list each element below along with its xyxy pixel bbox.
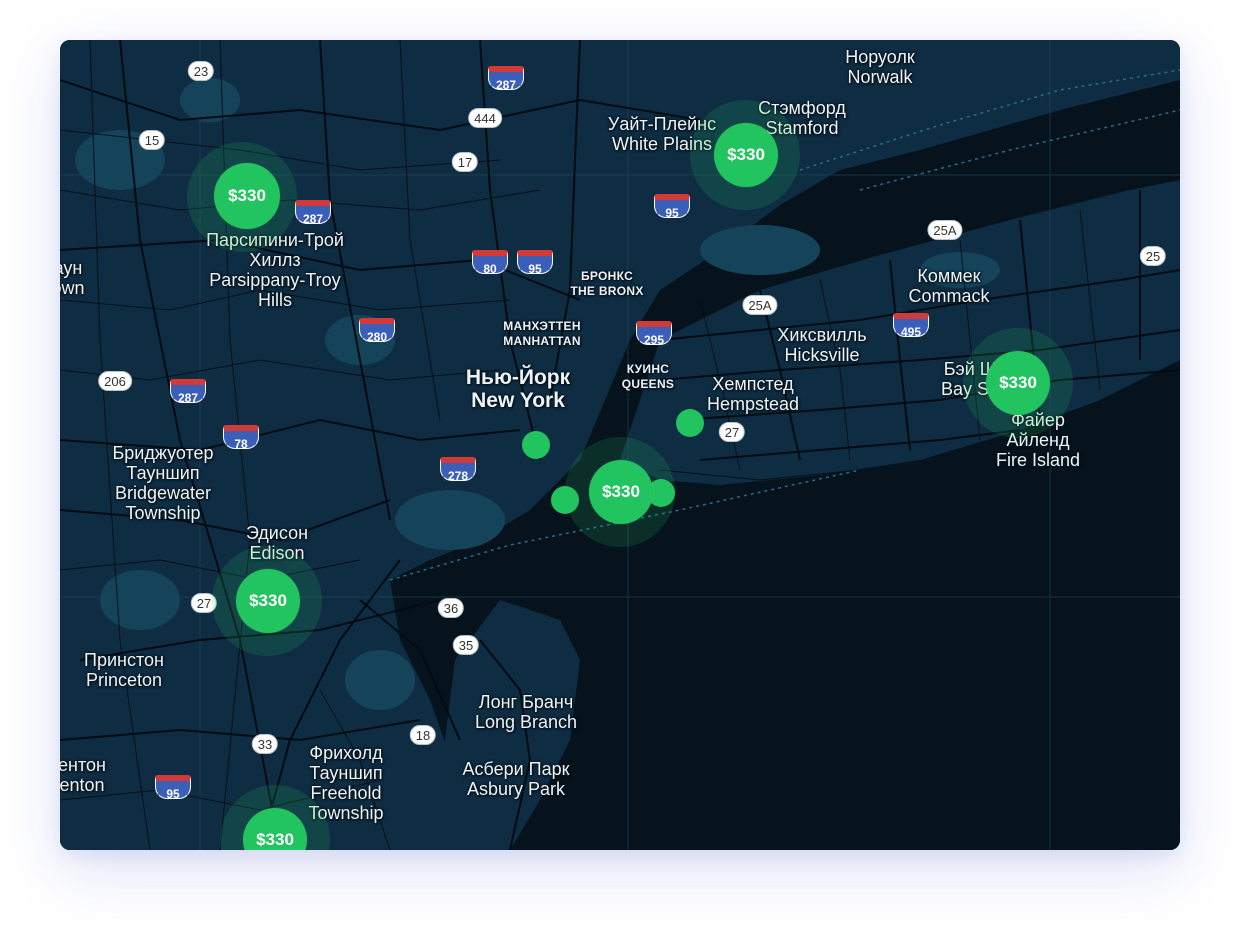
interstate-shield-295: 295: [636, 321, 672, 347]
place-label-new-york: Нью-Йорк New York: [465, 366, 571, 412]
place-label-edge-left-1: аунown: [60, 258, 85, 298]
route-shield-18: 18: [409, 725, 437, 745]
interstate-shield-287-north: 287: [488, 66, 524, 92]
place-label-manhattan: МАНХЭТТЕН MANHATTAN: [503, 319, 581, 348]
listing-dot[interactable]: [551, 486, 579, 514]
route-shield-25a-south: 25A: [742, 295, 778, 315]
interstate-shield-95-north: 95: [654, 194, 690, 220]
interstate-shield-287-south: 287: [170, 379, 206, 405]
place-label-asbury-park: Асбери Парк Asbury Park: [462, 759, 570, 799]
place-label-long-branch: Лонг Бранч Long Branch: [474, 692, 578, 732]
place-label-bridgewater: Бриджуотер Тауншип Bridgewater Township: [112, 443, 214, 523]
place-label-queens: КУИНС QUEENS: [621, 362, 675, 391]
price-marker-stamford[interactable]: $330: [714, 123, 778, 187]
price-marker-brooklyn[interactable]: $330: [589, 460, 653, 524]
place-label-princeton: Принстон Princeton: [84, 650, 164, 690]
price-marker-edison[interactable]: $330: [236, 569, 300, 633]
map-card[interactable]: Норуолк Norwalk Стэмфорд Stamford Уайт-Пле…: [60, 40, 1180, 850]
interstate-shield-80: 80: [472, 250, 508, 276]
interstate-shield-287-west: 287: [295, 200, 331, 226]
route-shield-25a-north: 25A: [927, 220, 963, 240]
route-shield-25: 25: [1139, 246, 1167, 266]
route-shield-23: 23: [187, 61, 215, 81]
interstate-shield-278: 278: [440, 457, 476, 483]
interstate-shield-495: 495: [893, 313, 929, 339]
listing-dot[interactable]: [522, 431, 550, 459]
route-shield-444: 444: [468, 108, 502, 128]
route-shield-15: 15: [138, 130, 166, 150]
place-label-commack: Коммек Commack: [908, 266, 990, 306]
place-label-bronx: БРОНКС THE BRONX: [570, 269, 644, 298]
interstate-shield-78: 78: [223, 425, 259, 451]
route-shield-27-hempstead: 27: [718, 422, 746, 442]
interstate-shield-95-mid: 95: [517, 250, 553, 276]
route-shield-206: 206: [98, 371, 132, 391]
interstate-shield-280: 280: [359, 318, 395, 344]
route-shield-17: 17: [451, 152, 479, 172]
place-label-hempstead: Хемпстед Hempstead: [706, 374, 800, 414]
price-marker-bay-shore[interactable]: $330: [986, 351, 1050, 415]
place-label-norwalk: Норуолк Norwalk: [845, 47, 915, 87]
price-marker-parsippany[interactable]: $330: [214, 163, 280, 229]
interstate-shield-95-south: 95: [155, 775, 191, 801]
place-label-hicksville: Хиксвилль Hicksville: [777, 325, 867, 365]
place-label-edge-left-2: ентон enton: [60, 755, 106, 795]
route-shield-35: 35: [452, 635, 480, 655]
listing-dot[interactable]: [676, 409, 704, 437]
route-shield-36: 36: [437, 598, 465, 618]
route-shield-33: 33: [251, 734, 279, 754]
